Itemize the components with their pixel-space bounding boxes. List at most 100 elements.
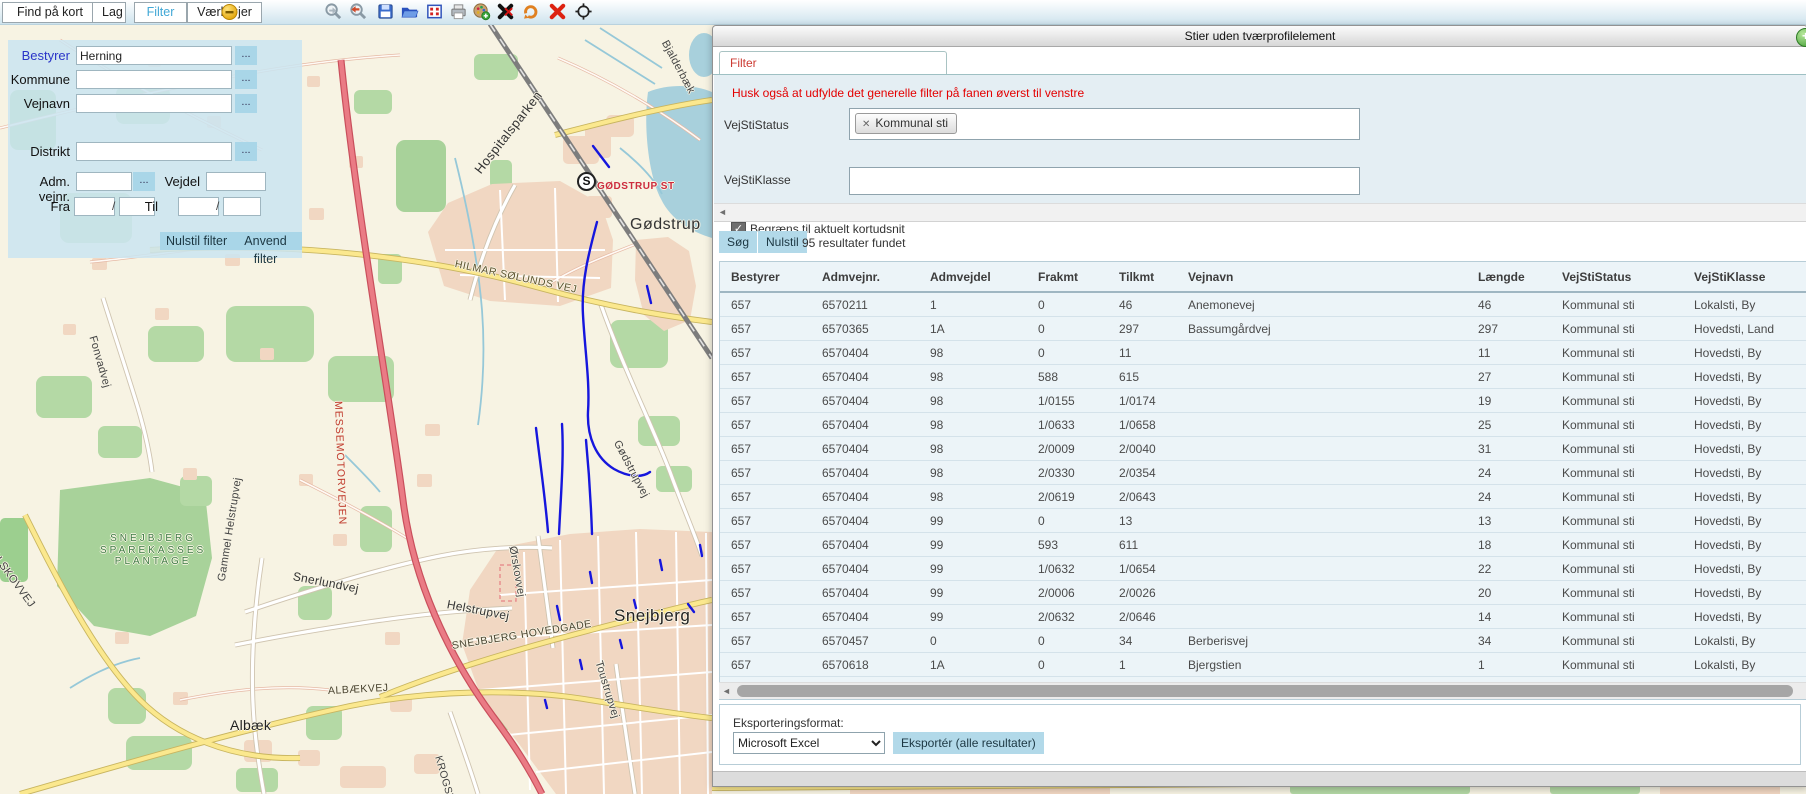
soeg-button[interactable]: Søg (719, 231, 757, 253)
table-cell: 24 (1467, 461, 1551, 485)
table-row[interactable]: 65765704049858861527Kommunal stiHovedsti… (720, 365, 1806, 389)
table-row[interactable]: 6576570404981/01551/017419Kommunal stiHo… (720, 389, 1806, 413)
table-row[interactable]: 6576570404991/06321/065422Kommunal stiHo… (720, 557, 1806, 581)
zoom-extent-icon[interactable] (324, 2, 343, 21)
vejnavn-input[interactable] (76, 94, 232, 113)
table-row[interactable]: 65765704049801111Kommunal stiHovedsti, B… (720, 341, 1806, 365)
anvend-filter-button[interactable]: Anvend filter (229, 232, 302, 250)
til-label: Til (118, 199, 158, 214)
table-cell: 1/0174 (1108, 389, 1177, 413)
save-icon[interactable] (376, 2, 395, 21)
vejstistatus-input[interactable]: ✕Kommunal sti (849, 108, 1360, 140)
table-row[interactable]: 65765704049901313Kommunal stiHovedsti, B… (720, 509, 1806, 533)
export-button[interactable]: Eksportér (alle resultater) (893, 732, 1044, 754)
zoom-previous-icon[interactable] (348, 2, 367, 21)
print-icon[interactable] (449, 2, 468, 21)
palette-add-icon[interactable] (472, 2, 491, 21)
table-cell: Hovedsti, By (1683, 581, 1806, 605)
table-cell (1177, 509, 1467, 533)
table-row[interactable]: 65765704570034Berberisvej34Kommunal stiL… (720, 629, 1806, 653)
til-km-input[interactable] (178, 197, 219, 216)
table-row[interactable]: 6576570404981/06331/065825Kommunal stiHo… (720, 413, 1806, 437)
column-header[interactable]: Længde (1467, 262, 1551, 292)
vejnavn-lookup-button[interactable]: ... (235, 94, 257, 113)
table-cell: 2/0619 (1027, 485, 1108, 509)
vejstiklasse-input[interactable] (849, 167, 1360, 195)
collapse-panel-icon[interactable] (220, 2, 239, 21)
map-label: Gødstrup (630, 216, 701, 234)
table-row[interactable]: 6576570404982/06192/064324Kommunal stiHo… (720, 485, 1806, 509)
table-horizontal-scrollbar[interactable]: ◄ (719, 682, 1806, 699)
admvejnr-input[interactable] (76, 172, 132, 191)
column-header[interactable]: VejStiStatus (1551, 262, 1683, 292)
scrollbar-thumb[interactable] (737, 685, 1793, 697)
export-format-select[interactable]: Microsoft Excel (733, 732, 885, 754)
distrikt-lookup-button[interactable]: ... (235, 142, 257, 161)
table-cell: Bassumgårdvej (1177, 317, 1467, 341)
table-cell: 18 (1467, 533, 1551, 557)
table-cell: 99 (919, 557, 1027, 581)
dialog-title[interactable]: Stier uden tværprofilelement (713, 26, 1806, 47)
table-cell: 6570404 (811, 557, 919, 581)
scroll-left-icon[interactable]: ◄ (719, 683, 734, 699)
table-row[interactable]: 65765703651A0297Bassumgårdvej297Kommunal… (720, 317, 1806, 341)
til-m-input[interactable] (223, 197, 261, 216)
table-cell: 2/0006 (1027, 581, 1108, 605)
nulstil-filter-button[interactable]: Nulstil filter (160, 232, 233, 250)
table-cell: Kommunal sti (1551, 653, 1683, 677)
nulstil-button[interactable]: Nulstil (758, 231, 807, 253)
scroll-left-icon[interactable]: ◄ (714, 204, 731, 221)
refresh-icon[interactable] (521, 2, 540, 21)
kommune-input[interactable] (76, 70, 232, 89)
table-cell: 34 (1467, 629, 1551, 653)
close-red-x-icon[interactable] (548, 2, 567, 21)
table-cell: 657 (720, 365, 811, 389)
crosshair-icon[interactable] (574, 2, 593, 21)
vejstistatus-chip[interactable]: ✕Kommunal sti (855, 113, 957, 134)
open-folder-icon[interactable] (400, 2, 419, 21)
table-cell: 6570404 (811, 461, 919, 485)
map-label: Snejbjerg (614, 606, 690, 626)
table-cell: Kommunal sti (1551, 292, 1683, 317)
table-row[interactable]: 65765704049959361118Kommunal stiHovedsti… (720, 533, 1806, 557)
table-row[interactable]: 6576570404992/00062/002620Kommunal stiHo… (720, 581, 1806, 605)
column-header[interactable]: Bestyrer (720, 262, 811, 292)
tab-filter[interactable]: Filter (134, 2, 187, 23)
column-header[interactable]: Tilkmt (1108, 262, 1177, 292)
table-cell: 99 (919, 605, 1027, 629)
tab-dialog-filter[interactable]: Filter (719, 51, 947, 75)
vejstistatus-label: VejStiStatus (724, 118, 789, 132)
column-header[interactable]: Admvejnr. (811, 262, 919, 292)
table-cell: Kommunal sti (1551, 557, 1683, 581)
table-cell: 6570618 (811, 653, 919, 677)
filter-horizontal-scrollbar[interactable]: ◄ (714, 203, 1806, 222)
column-header[interactable]: Vejnavn (1177, 262, 1467, 292)
tab-lag[interactable]: Lag (92, 2, 126, 23)
bestyrer-lookup-button[interactable]: ... (235, 46, 257, 65)
bestyrer-input[interactable] (76, 46, 232, 65)
fra-km-input[interactable] (74, 197, 115, 216)
kommune-lookup-button[interactable]: ... (235, 70, 257, 89)
table-row[interactable]: 65765702111046Anemonevej46Kommunal stiLo… (720, 292, 1806, 317)
table-row[interactable]: 6576570404992/06322/064614Kommunal stiHo… (720, 605, 1806, 629)
table-row[interactable]: 6576570404982/00092/004031Kommunal stiHo… (720, 437, 1806, 461)
table-cell: Berberisvej (1177, 629, 1467, 653)
column-header[interactable]: VejStiKlasse (1683, 262, 1806, 292)
distrikt-input[interactable] (76, 142, 232, 161)
table-row[interactable]: 65765706181A01Bjergstien1Kommunal stiLok… (720, 653, 1806, 677)
delete-black-x-icon[interactable] (496, 2, 515, 21)
column-header[interactable]: Admvejdel (919, 262, 1027, 292)
table-cell: Kommunal sti (1551, 389, 1683, 413)
table-cell: 657 (720, 485, 811, 509)
tab-find-paa-kort[interactable]: Find på kort (2, 2, 98, 23)
table-cell: 588 (1027, 365, 1108, 389)
column-header[interactable]: Frakmt (1027, 262, 1108, 292)
chip-remove-icon[interactable]: ✕ (862, 119, 870, 130)
table-cell (1177, 605, 1467, 629)
bestyrer-label[interactable]: Bestyrer (8, 48, 70, 63)
table-cell: Kommunal sti (1551, 533, 1683, 557)
legend-icon[interactable] (425, 2, 444, 21)
table-cell: 2/0040 (1108, 437, 1177, 461)
vejdel-input[interactable] (206, 172, 266, 191)
table-row[interactable]: 6576570404982/03302/035424Kommunal stiHo… (720, 461, 1806, 485)
